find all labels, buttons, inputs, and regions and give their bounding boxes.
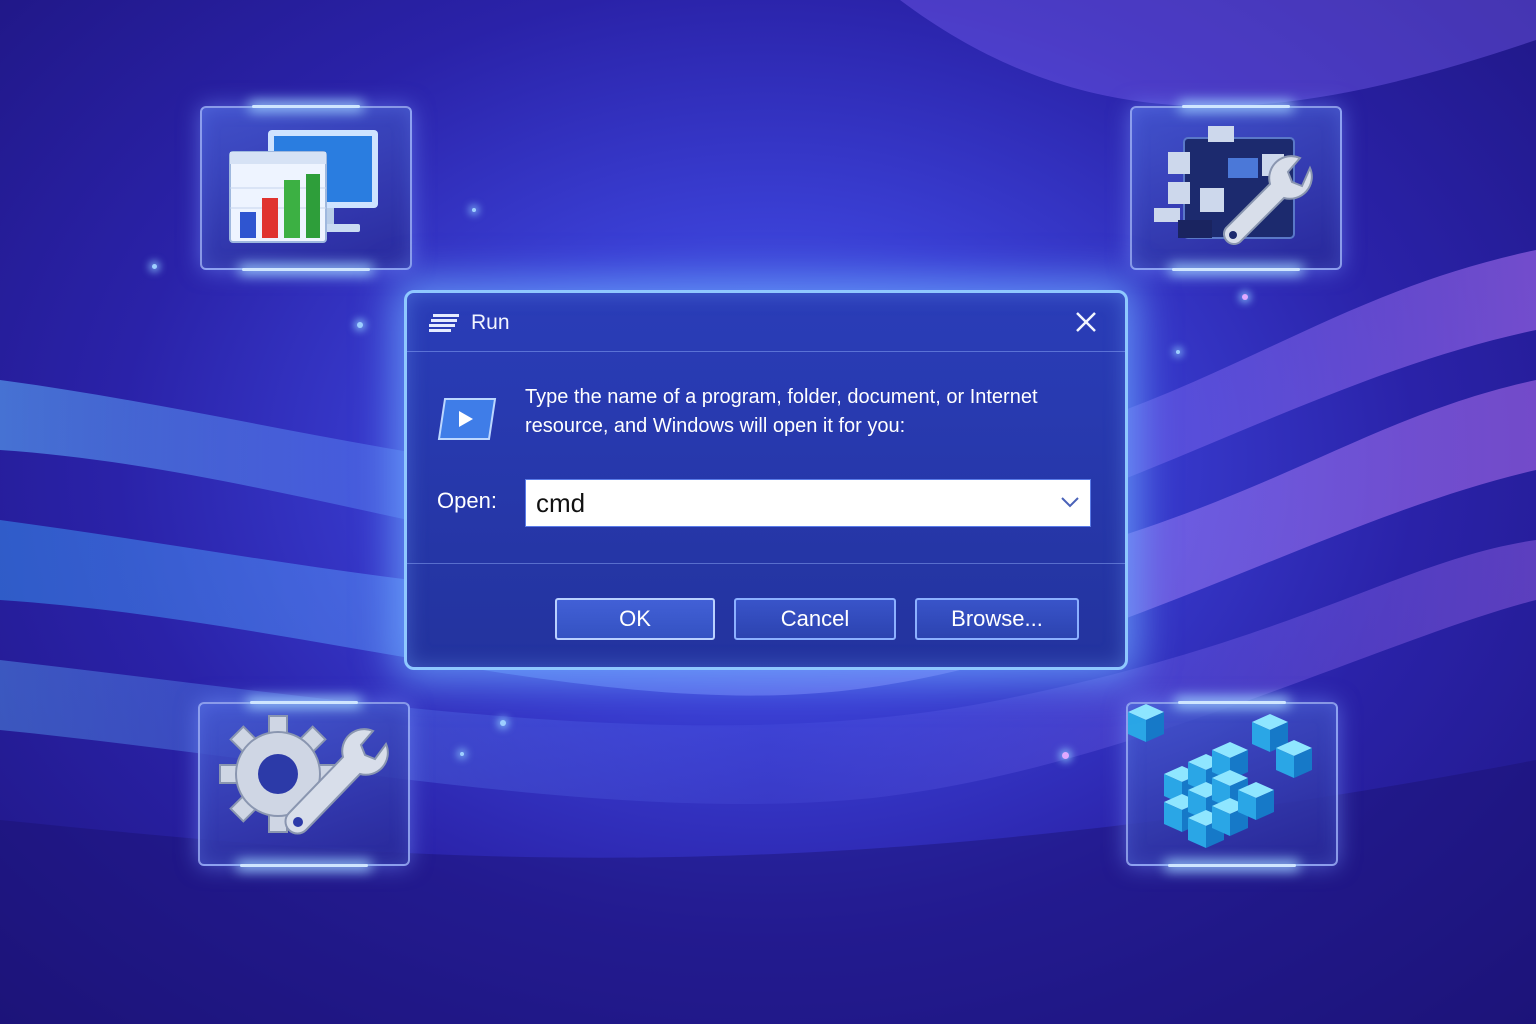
system-tools-icon <box>1154 126 1313 245</box>
sparkle <box>1242 294 1248 300</box>
run-prompt-icon <box>437 398 497 440</box>
sparkle <box>152 264 157 269</box>
open-input[interactable]: cmd <box>536 488 585 519</box>
run-dialog: Run Type the name of a program, folder, … <box>404 290 1128 670</box>
window-title: Run <box>471 311 510 334</box>
sparkle <box>357 322 363 328</box>
sparkle <box>1176 350 1180 354</box>
description-text: Type the name of a program, folder, docu… <box>525 386 1038 437</box>
browse-button[interactable]: Browse... <box>915 598 1079 640</box>
run-app-icon <box>429 314 459 332</box>
sparkle <box>500 720 506 726</box>
close-icon[interactable] <box>1071 307 1101 337</box>
registry-cubes-icon <box>1128 704 1312 848</box>
sparkle <box>472 208 476 212</box>
sparkle <box>1062 752 1069 759</box>
open-combobox[interactable]: cmd <box>525 479 1091 527</box>
tile-system-tools[interactable] <box>1130 105 1342 271</box>
tile-registry[interactable] <box>1126 701 1338 867</box>
divider <box>407 563 1125 564</box>
chevron-down-icon[interactable] <box>1060 494 1080 510</box>
tile-performance-monitor[interactable] <box>200 105 412 271</box>
title-bar: Run <box>407 293 1125 352</box>
tile-settings[interactable] <box>198 701 410 867</box>
open-label: Open: <box>437 488 497 513</box>
performance-monitor-icon <box>229 130 378 243</box>
sparkle <box>460 752 464 756</box>
cancel-button[interactable]: Cancel <box>734 598 896 640</box>
ok-button[interactable]: OK <box>555 598 715 640</box>
settings-gear-wrench-icon <box>219 715 389 835</box>
